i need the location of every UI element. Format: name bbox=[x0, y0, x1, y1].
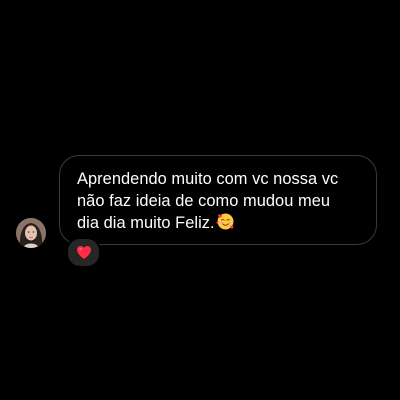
reaction-badge[interactable] bbox=[66, 237, 101, 268]
avatar-image bbox=[16, 218, 46, 248]
red-heart-icon bbox=[76, 245, 92, 260]
message-bubble[interactable]: Aprendendo muito com vc nossa vc não faz… bbox=[59, 155, 377, 245]
sender-avatar[interactable] bbox=[16, 218, 46, 248]
message-line: Aprendendo muito com vc nossa vc bbox=[77, 170, 339, 188]
message-line-text: dia dia muito Feliz. bbox=[77, 214, 215, 232]
chat-screen: Aprendendo muito com vc nossa vc não faz… bbox=[0, 0, 400, 400]
message-line: não faz ideia de como mudou meu bbox=[77, 191, 331, 210]
message-line-last: dia dia muito Feliz. bbox=[77, 212, 362, 235]
smiling-face-with-hearts-icon bbox=[215, 212, 235, 231]
